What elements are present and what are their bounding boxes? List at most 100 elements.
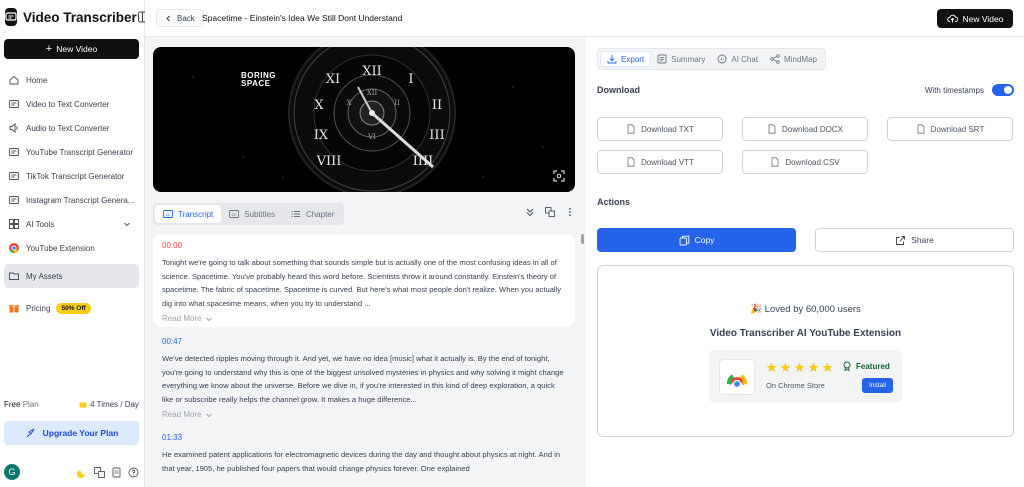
sidebar-item-video-to-text[interactable]: Video to Text Converter xyxy=(4,92,139,116)
document-icon[interactable] xyxy=(111,467,122,478)
transcript-list: 00:00 Tonight we're going to talk about … xyxy=(153,235,575,487)
award-icon xyxy=(842,361,852,371)
star-icon xyxy=(794,362,805,373)
plan-name: Free Plan xyxy=(4,400,39,409)
new-video-label: New Video xyxy=(56,44,98,54)
cc-icon: cc xyxy=(163,209,173,219)
panel-resize-handle[interactable] xyxy=(581,234,584,244)
sidebar-item-youtube-transcript[interactable]: YouTube Transcript Generator xyxy=(4,140,139,164)
download-txt-button[interactable]: Download TXT xyxy=(597,117,723,141)
svg-text:X: X xyxy=(347,99,352,107)
tab-label: Export xyxy=(621,54,645,64)
transcript-segment[interactable]: 00:47 We've detected ripples moving thro… xyxy=(153,331,575,423)
subtitles-icon: cc xyxy=(229,209,240,219)
copy-button[interactable]: Copy xyxy=(597,228,796,252)
sidebar-item-ai-tools[interactable]: AI Tools xyxy=(4,212,139,236)
svg-text:cc: cc xyxy=(232,213,237,218)
upgrade-label: Upgrade Your Plan xyxy=(42,428,119,438)
download-vtt-button[interactable]: Download VTT xyxy=(597,150,723,174)
tab-summary[interactable]: Summary xyxy=(651,51,711,67)
collapse-all-icon[interactable] xyxy=(525,207,535,217)
sidebar-item-label: Home xyxy=(26,75,48,85)
featured-badge: Featured xyxy=(842,361,890,371)
file-icon xyxy=(916,124,926,134)
plan-info: Free Plan 4 Times / Day xyxy=(4,400,139,409)
screenshot-icon[interactable] xyxy=(553,170,565,182)
sidebar-item-home[interactable]: Home xyxy=(4,68,139,92)
usage-label: 4 Times / Day xyxy=(90,400,139,409)
sidebar-item-label: YouTube Transcript Generator xyxy=(26,147,134,157)
tab-ai-chat[interactable]: AI AI Chat xyxy=(711,51,764,67)
sidebar-item-tiktok-transcript[interactable]: TikTok Transcript Generator xyxy=(4,164,139,188)
read-more-link[interactable]: Read More xyxy=(162,314,566,323)
timestamps-toggle-row: With timestamps xyxy=(925,84,1014,96)
page-title: Spacetime - Einstein's Idea We Still Don… xyxy=(202,13,403,23)
new-video-button[interactable]: + New Video xyxy=(4,39,139,59)
sidebar: Video Transcriber + New Video Home Video… xyxy=(0,0,150,487)
segment-text: Tonight we're going to talk about someth… xyxy=(162,258,562,308)
help-icon[interactable] xyxy=(128,467,139,478)
upgrade-plan-button[interactable]: Upgrade Your Plan xyxy=(4,421,139,445)
avatar[interactable]: G xyxy=(4,464,20,480)
translate-icon[interactable] xyxy=(94,466,105,478)
translate-icon[interactable] xyxy=(545,207,555,217)
star-icon xyxy=(822,362,833,373)
segment-timestamp[interactable]: 01:33 xyxy=(162,433,566,442)
app-name: Video Transcriber xyxy=(23,9,137,25)
download-docx-button[interactable]: Download DOCX xyxy=(742,117,868,141)
transcript-segment[interactable]: 00:00 Tonight we're going to talk about … xyxy=(153,235,575,327)
segment-timestamp[interactable]: 00:00 xyxy=(162,241,566,250)
tab-export[interactable]: Export xyxy=(600,51,652,67)
tab-mindmap[interactable]: MindMap xyxy=(764,51,823,67)
share-button[interactable]: Share xyxy=(815,228,1014,252)
install-button[interactable]: Install xyxy=(862,378,893,393)
sidebar-item-instagram-transcript[interactable]: Instagram Transcript Genera... xyxy=(4,188,139,212)
svg-text:cc: cc xyxy=(166,213,171,218)
tab-chapter[interactable]: Chapter xyxy=(283,205,342,223)
sidebar-item-audio-to-text[interactable]: Audio to Text Converter xyxy=(4,116,139,140)
list-icon xyxy=(291,209,301,219)
transcript-panel: XII I II III IIII X IX XI VIII XII II X … xyxy=(145,37,586,487)
transcript-tab-group: cc Transcript cc Subtitles Chapter xyxy=(153,203,345,225)
sidebar-item-my-assets[interactable]: My Assets xyxy=(4,264,139,288)
segment-text: He examined patent applications for elec… xyxy=(162,450,561,473)
download-srt-button[interactable]: Download SRT xyxy=(887,117,1013,141)
tab-label: Summary xyxy=(671,54,706,64)
discount-badge: 50% Off xyxy=(56,302,91,314)
sidebar-item-label: Audio to Text Converter xyxy=(26,123,110,133)
svg-text:VIII: VIII xyxy=(316,154,342,169)
download-csv-button[interactable]: Download CSV xyxy=(742,150,868,174)
video-thumbnail: XII I II III IIII X IX XI VIII XII II X … xyxy=(192,47,544,192)
audio-icon xyxy=(8,122,20,134)
file-icon xyxy=(767,124,777,134)
right-tab-group: Export Summary AI AI Chat MindMap xyxy=(597,48,826,70)
upload-cloud-icon xyxy=(946,13,958,24)
sidebar-nav: Home Video to Text Converter Audio to Te… xyxy=(4,68,139,320)
video-player[interactable]: XII I II III IIII X IX XI VIII XII II X … xyxy=(153,47,575,192)
new-video-top-button[interactable]: New Video xyxy=(937,9,1013,28)
promo-loved-text: 🎉 Loved by 60,000 users xyxy=(750,304,861,315)
rocket-icon xyxy=(25,427,37,439)
sidebar-item-pricing[interactable]: Pricing 50% Off xyxy=(4,296,139,320)
read-more-link[interactable]: Read More xyxy=(162,410,566,419)
segment-timestamp[interactable]: 00:47 xyxy=(162,337,566,346)
svg-text:I: I xyxy=(408,72,413,87)
sidebar-item-label: Video to Text Converter xyxy=(26,99,110,109)
share-icon xyxy=(895,235,906,246)
store-label: On Chrome Store xyxy=(766,381,825,390)
theme-moon-icon[interactable] xyxy=(77,467,88,478)
download-icon xyxy=(607,54,617,64)
transcript-actions xyxy=(525,207,575,217)
tab-transcript[interactable]: cc Transcript xyxy=(155,205,222,223)
more-vertical-icon[interactable] xyxy=(565,207,575,217)
transcript-segment[interactable]: 01:33 He examined patent applications fo… xyxy=(153,427,575,479)
gift-icon xyxy=(8,302,20,314)
sidebar-item-youtube-extension[interactable]: YouTube Extension xyxy=(4,236,139,260)
back-button[interactable]: Back xyxy=(156,9,204,27)
file-icon xyxy=(626,157,636,167)
app-logo-icon xyxy=(5,8,17,26)
tab-subtitles[interactable]: cc Subtitles xyxy=(221,205,283,223)
ai-tools-icon xyxy=(8,218,20,230)
extension-promo-card: 🎉 Loved by 60,000 users Video Transcribe… xyxy=(597,265,1014,437)
timestamps-toggle[interactable] xyxy=(992,84,1014,96)
